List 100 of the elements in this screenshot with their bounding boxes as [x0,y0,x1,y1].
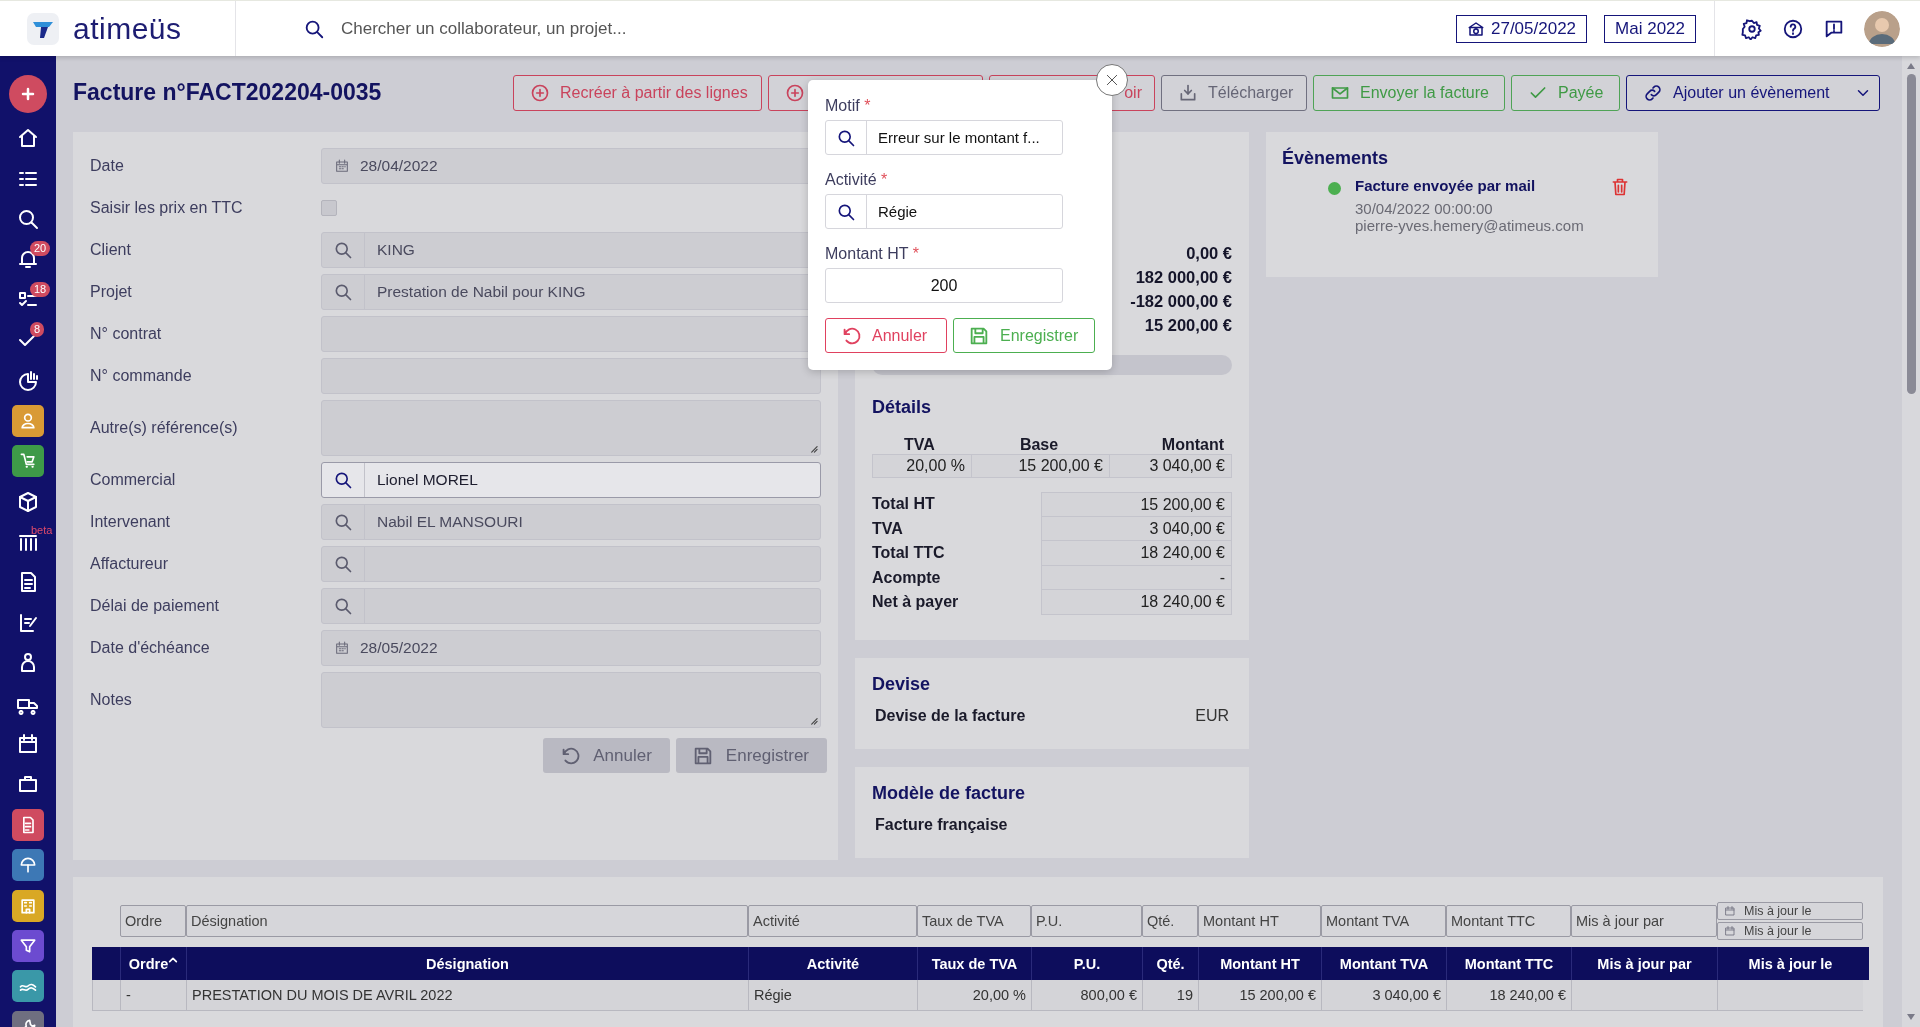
calendar-icon [334,640,350,656]
table-cell: 19 [1142,980,1198,1010]
field-label: Affactureur [90,555,169,573]
sidebar-tile[interactable] [12,889,44,922]
logo-text: atimeüs [73,11,182,46]
table-cell: 3 040,00 € [1109,455,1231,477]
field-label: Client [90,241,132,259]
event-title: Facture envoyée par mail [1355,177,1537,194]
total-label: Total TTC [872,543,946,563]
pie-chart-icon[interactable] [16,368,40,393]
column-header: Base [1018,436,1060,454]
amount-value: 0,00 € [1186,243,1232,264]
period-button[interactable]: Mai 2022 [1604,14,1696,43]
event-date: 30/04/2022 00:00:00 [1355,200,1494,217]
field-label: N° contrat [90,325,163,343]
total-value: 15 200,00 € [1041,492,1232,517]
column-header: TVA [903,436,936,454]
search-field[interactable]: Chercher un collaborateur, un projet... [339,17,843,40]
amount-value: -182 000,00 € [1130,291,1232,312]
sidebar-tile[interactable] [12,808,44,841]
amount-value: 15 200,00 € [1144,315,1232,336]
cube-icon[interactable] [16,489,40,514]
add-button[interactable] [9,75,47,113]
filter-field[interactable]: Montant HT [1198,905,1321,937]
page-title: Facture n°FACT202204-0035 [73,78,383,107]
toolbar-button[interactable]: Ajouter un évènement [1626,75,1880,111]
total-label: TVA [872,518,904,539]
total-value: 18 240,00 € [1041,541,1232,566]
field-label: Date d'échéance [90,639,211,657]
field-label: Date [90,157,125,175]
table-cell-text: 20,00 % [905,456,966,476]
close-icon [1104,72,1120,88]
scroll-up-icon[interactable] [1906,62,1916,70]
filter-field[interactable]: Qté. [1142,905,1198,937]
filter-field[interactable]: P.U. [1031,905,1142,937]
field-label: Saisir les prix en TTC [90,199,244,217]
resize-grip-icon [809,716,818,725]
lookup-field[interactable]: Régie [825,194,1063,229]
user-avatar[interactable] [1864,10,1900,47]
section-title: Modèle de facture [872,783,1027,804]
search-icon [333,596,353,616]
section-title: Devise [872,674,932,695]
filter-field[interactable]: Montant TVA [1321,905,1446,937]
table-cell: 20,00 % [917,980,1031,1010]
sidebar-tile[interactable] [12,849,44,882]
resize-grip-icon [809,444,818,453]
download-icon [1178,83,1198,103]
amount-field[interactable]: 200 [825,268,1063,303]
total-label: Acompte [872,567,942,588]
help-icon[interactable] [1782,17,1804,40]
filter-icon [18,936,38,956]
date-button[interactable]: 27/05/2022 [1455,14,1588,43]
template-name: Facture française [875,816,1008,834]
filter-field[interactable]: Ordre [120,905,186,937]
logo-icon [27,12,59,45]
date-filter-field[interactable]: Mis à jour le [1717,922,1863,940]
scroll-down-icon[interactable] [1906,1013,1916,1021]
search-icon [333,282,353,302]
scrollbar-thumb[interactable] [1906,74,1916,394]
table-cell: 18 240,00 € [1446,980,1571,1010]
lookup-field[interactable]: Lionel MOREL [321,462,821,498]
amount-value: 182 000,00 € [1135,267,1232,288]
link-icon [1643,83,1663,103]
total-label: Total HT [872,494,936,514]
count-badge: 18 [30,281,51,297]
table-cell: 3 040,00 € [1321,980,1446,1010]
search-icon [333,240,353,260]
table-cell: 15 200,00 € [1198,980,1321,1010]
lookup-field[interactable]: Erreur sur le montant f... [825,120,1063,155]
field-label: Projet [90,283,133,301]
sidebar-tile[interactable] [12,970,44,1003]
field-label: Notes [90,691,133,709]
field-label: Montant HT * [825,244,920,264]
filter-field[interactable]: Désignation [186,905,748,937]
filter-field[interactable]: Montant TTC [1446,905,1571,937]
table-cell: PRESTATION DU MOIS DE AVRIL 2022 [186,980,748,1010]
section-title: Évènements [1282,148,1390,169]
cancel-button[interactable]: Annuler [825,318,947,353]
toolbar-button[interactable]: Télécharger [1161,75,1307,111]
field-label: Autre(s) référence(s) [90,419,239,437]
sidebar-tile[interactable] [12,445,44,478]
trash-icon[interactable] [1610,177,1630,197]
settings-icon[interactable] [1741,17,1763,40]
date-filter-field[interactable]: Mis à jour le [1717,902,1863,920]
total-value: - [1041,565,1232,590]
search-icon [333,512,353,532]
calendar-icon [1724,925,1736,937]
field-label: Motif * [825,96,872,116]
filter-field[interactable]: Activité [748,905,917,937]
field-label: N° commande [90,367,193,385]
total-value: 3 040,00 € [1041,516,1232,541]
currency-value: EUR [1195,707,1229,725]
sidebar-tile[interactable] [12,404,44,437]
filter-field[interactable]: Mis à jour par [1571,905,1717,937]
calendar-icon [1724,905,1736,917]
table-cell: Régie [748,980,917,1010]
event-author: pierre-yves.hemery@atimeus.com [1355,217,1585,234]
sidebar-tile[interactable] [12,930,44,962]
filter-field[interactable]: Taux de TVA [917,905,1031,937]
count-badge: 8 [30,321,45,337]
